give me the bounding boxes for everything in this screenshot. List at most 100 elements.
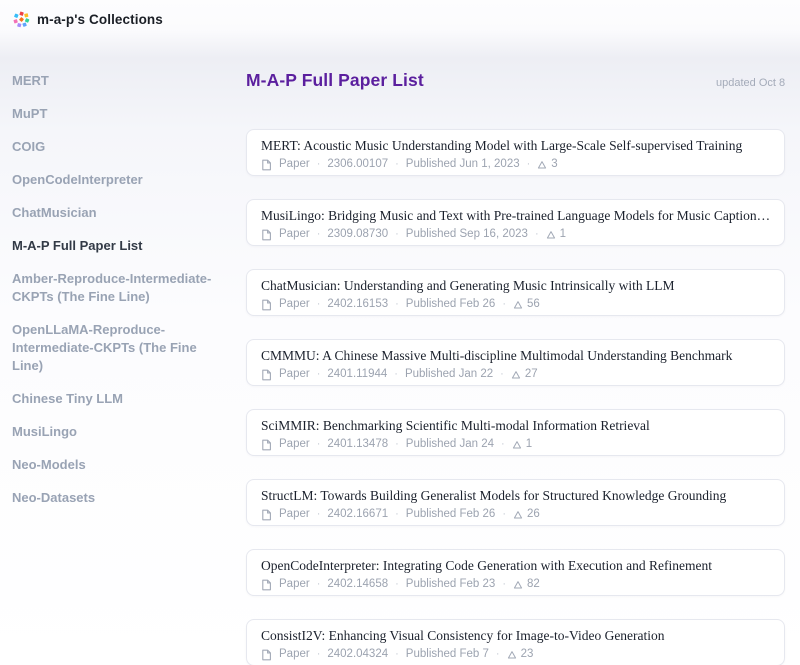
paper-card[interactable]: ConsistI2V: Enhancing Visual Consistency… bbox=[246, 619, 785, 665]
upvote-group: 27 bbox=[511, 368, 538, 381]
paper-meta: Paper · 2306.00107 · Published Jun 1, 20… bbox=[261, 158, 770, 171]
document-icon bbox=[261, 229, 272, 241]
sidebar-item[interactable]: MERT bbox=[12, 72, 224, 90]
sidebar-item-label: OpenCodeInterpreter bbox=[12, 172, 143, 187]
upvote-triangle-icon bbox=[546, 230, 556, 240]
separator-dot: · bbox=[502, 298, 506, 311]
separator-dot: · bbox=[317, 158, 321, 171]
sidebar-item-label: MERT bbox=[12, 73, 49, 88]
sidebar-item-label: Amber-Reproduce-Intermediate-CKPTs (The … bbox=[12, 271, 211, 304]
upvote-group: 1 bbox=[512, 438, 532, 451]
document-icon bbox=[261, 159, 272, 171]
paper-type-label: Paper bbox=[279, 228, 310, 241]
paper-card[interactable]: StructLM: Towards Building Generalist Mo… bbox=[246, 479, 785, 526]
sidebar-item[interactable]: MusiLingo bbox=[12, 423, 224, 441]
upvote-count: 26 bbox=[527, 508, 540, 521]
sidebar-item[interactable]: Chinese Tiny LLM bbox=[12, 390, 224, 408]
sidebar-item[interactable]: Neo-Models bbox=[12, 456, 224, 474]
paper-card[interactable]: OpenCodeInterpreter: Integrating Code Ge… bbox=[246, 549, 785, 596]
paper-title: CMMMU: A Chinese Massive Multi-disciplin… bbox=[261, 347, 770, 364]
paper-list: MERT: Acoustic Music Understanding Model… bbox=[246, 129, 785, 665]
published-date: Published Jun 1, 2023 bbox=[406, 158, 520, 171]
arxiv-id: 2401.13478 bbox=[327, 438, 388, 451]
document-icon bbox=[261, 579, 272, 591]
sidebar-item[interactable]: M-A-P Full Paper List bbox=[12, 237, 224, 255]
sidebar-item[interactable]: Amber-Reproduce-Intermediate-CKPTs (The … bbox=[12, 270, 224, 306]
sidebar-item-label: MuPT bbox=[12, 106, 47, 121]
paper-meta: Paper · 2401.13478 · Published Jan 24 · bbox=[261, 438, 770, 451]
upvote-group: 56 bbox=[513, 298, 540, 311]
paper-meta: Paper · 2402.14658 · Published Feb 23 · bbox=[261, 578, 770, 591]
published-date: Published Feb 26 bbox=[406, 508, 496, 521]
upvote-group: 23 bbox=[507, 648, 534, 661]
separator-dot: · bbox=[496, 648, 500, 661]
upvote-triangle-icon bbox=[507, 650, 517, 660]
paper-meta: Paper · 2402.04324 · Published Feb 7 · bbox=[261, 648, 770, 661]
paper-card[interactable]: ChatMusician: Understanding and Generati… bbox=[246, 269, 785, 316]
sidebar-item-label: Neo-Models bbox=[12, 457, 86, 472]
arxiv-id: 2402.14658 bbox=[327, 578, 388, 591]
upvote-count: 3 bbox=[551, 158, 557, 171]
upvote-count: 1 bbox=[560, 228, 566, 241]
org-avatar[interactable] bbox=[13, 11, 30, 28]
document-icon bbox=[261, 369, 272, 381]
paper-title: ConsistI2V: Enhancing Visual Consistency… bbox=[261, 627, 770, 644]
separator-dot: · bbox=[317, 298, 321, 311]
separator-dot: · bbox=[317, 438, 321, 451]
sidebar-item-label: Neo-Datasets bbox=[12, 490, 95, 505]
separator-dot: · bbox=[500, 368, 504, 381]
separator-dot: · bbox=[527, 158, 531, 171]
separator-dot: · bbox=[395, 228, 399, 241]
page-title[interactable]: m-a-p's Collections bbox=[37, 12, 163, 27]
separator-dot: · bbox=[395, 648, 399, 661]
paper-card[interactable]: MusiLingo: Bridging Music and Text with … bbox=[246, 199, 785, 246]
updated-timestamp: updated Oct 8 bbox=[716, 77, 785, 89]
paper-meta: Paper · 2309.08730 · Published Sep 16, 2… bbox=[261, 228, 770, 241]
paper-type-label: Paper bbox=[279, 438, 310, 451]
colorful-pinwheel-icon bbox=[13, 11, 30, 28]
published-date: Published Sep 16, 2023 bbox=[406, 228, 528, 241]
separator-dot: · bbox=[395, 578, 399, 591]
upvote-triangle-icon bbox=[513, 300, 523, 310]
paper-meta: Paper · 2402.16153 · Published Feb 26 · bbox=[261, 298, 770, 311]
arxiv-id: 2402.16153 bbox=[327, 298, 388, 311]
upvote-count: 56 bbox=[527, 298, 540, 311]
sidebar-item[interactable]: COIG bbox=[12, 138, 224, 156]
collections-sidebar: MERT MuPT COIG OpenCodeInterpreter ChatM… bbox=[12, 34, 224, 522]
separator-dot: · bbox=[317, 368, 321, 381]
page-header: m-a-p's Collections bbox=[0, 0, 800, 34]
sidebar-item[interactable]: OpenCodeInterpreter bbox=[12, 171, 224, 189]
paper-type-label: Paper bbox=[279, 298, 310, 311]
paper-title: SciMMIR: Benchmarking Scientific Multi-m… bbox=[261, 417, 770, 434]
paper-type-label: Paper bbox=[279, 648, 310, 661]
sidebar-item[interactable]: ChatMusician bbox=[12, 204, 224, 222]
separator-dot: · bbox=[394, 368, 398, 381]
paper-card[interactable]: CMMMU: A Chinese Massive Multi-disciplin… bbox=[246, 339, 785, 386]
sidebar-item-label: ChatMusician bbox=[12, 205, 97, 220]
document-icon bbox=[261, 439, 272, 451]
upvote-count: 82 bbox=[527, 578, 540, 591]
paper-card[interactable]: SciMMIR: Benchmarking Scientific Multi-m… bbox=[246, 409, 785, 456]
sidebar-item[interactable]: OpenLLaMA-Reproduce-Intermediate-CKPTs (… bbox=[12, 321, 224, 375]
paper-type-label: Paper bbox=[279, 508, 310, 521]
upvote-group: 3 bbox=[537, 158, 557, 171]
separator-dot: · bbox=[501, 438, 505, 451]
collection-main: M-A-P Full Paper List updated Oct 8 MERT… bbox=[246, 34, 800, 665]
sidebar-item-label: MusiLingo bbox=[12, 424, 77, 439]
paper-card[interactable]: MERT: Acoustic Music Understanding Model… bbox=[246, 129, 785, 176]
sidebar-item[interactable]: MuPT bbox=[12, 105, 224, 123]
arxiv-id: 2309.08730 bbox=[327, 228, 388, 241]
paper-title: ChatMusician: Understanding and Generati… bbox=[261, 277, 770, 294]
separator-dot: · bbox=[317, 508, 321, 521]
upvote-triangle-icon bbox=[512, 440, 522, 450]
sidebar-item[interactable]: Neo-Datasets bbox=[12, 489, 224, 507]
paper-type-label: Paper bbox=[279, 158, 310, 171]
collections-page: m-a-p's Collections MERT MuPT COIG OpenC… bbox=[0, 0, 800, 665]
paper-title: StructLM: Towards Building Generalist Mo… bbox=[261, 487, 770, 504]
sidebar-item-label: M-A-P Full Paper List bbox=[12, 238, 143, 253]
document-icon bbox=[261, 649, 272, 661]
upvote-triangle-icon bbox=[511, 370, 521, 380]
paper-type-label: Paper bbox=[279, 578, 310, 591]
arxiv-id: 2402.16671 bbox=[327, 508, 388, 521]
published-date: Published Jan 24 bbox=[406, 438, 494, 451]
